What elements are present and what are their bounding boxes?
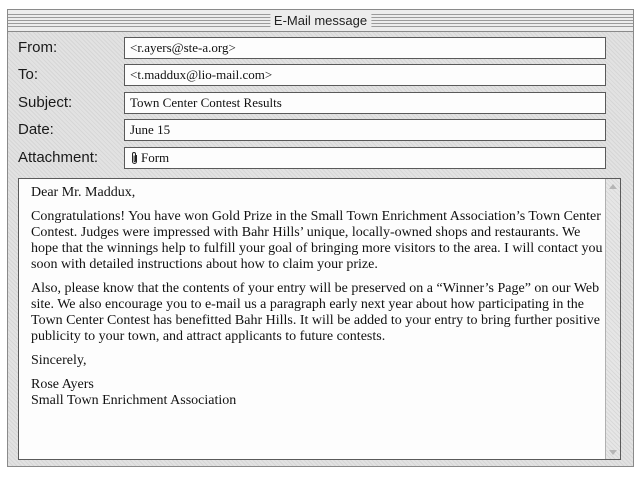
closing: Sincerely, xyxy=(31,353,87,368)
paragraph-congratulations: Congratulations! You have won Gold Prize… xyxy=(31,209,603,272)
window-title: E-Mail message xyxy=(269,13,372,28)
email-message-window: E-Mail message From: <r.ayers@ste-a.org>… xyxy=(7,9,634,467)
paperclip-icon xyxy=(130,151,139,168)
date-field[interactable]: June 15 xyxy=(124,119,606,141)
signature-name: Rose Ayers xyxy=(31,377,94,392)
attachment-row: Attachment: Form xyxy=(8,145,633,172)
greeting: Dear Mr. Maddux, xyxy=(31,185,136,200)
date-label: Date: xyxy=(18,121,54,138)
message-body[interactable]: Dear Mr. Maddux, Congratulations! You ha… xyxy=(18,178,621,460)
from-field[interactable]: <r.ayers@ste-a.org> xyxy=(124,37,606,59)
attachment-label: Attachment: xyxy=(18,149,99,166)
title-bar[interactable]: E-Mail message xyxy=(8,10,633,32)
subject-row: Subject: Town Center Contest Results xyxy=(8,90,633,117)
attachment-field[interactable]: Form xyxy=(124,147,606,169)
vertical-scrollbar[interactable] xyxy=(605,179,620,459)
to-row: To: <t.maddux@lio-mail.com> xyxy=(8,62,633,89)
scroll-down-arrow-icon[interactable] xyxy=(607,446,619,458)
message-text: Dear Mr. Maddux, Congratulations! You ha… xyxy=(31,185,603,409)
scroll-up-arrow-icon[interactable] xyxy=(607,180,619,192)
subject-field[interactable]: Town Center Contest Results xyxy=(124,92,606,114)
to-label: To: xyxy=(18,66,39,83)
paragraph-winners-page: Also, please know that the contents of y… xyxy=(31,281,601,344)
date-row: Date: June 15 xyxy=(8,117,633,144)
attachment-filename[interactable]: Form xyxy=(141,150,169,165)
to-field[interactable]: <t.maddux@lio-mail.com> xyxy=(124,64,606,86)
subject-label: Subject: xyxy=(18,94,73,111)
from-label: From: xyxy=(18,39,58,56)
from-row: From: <r.ayers@ste-a.org> xyxy=(8,35,633,62)
signature-organization: Small Town Enrichment Association xyxy=(31,393,237,408)
